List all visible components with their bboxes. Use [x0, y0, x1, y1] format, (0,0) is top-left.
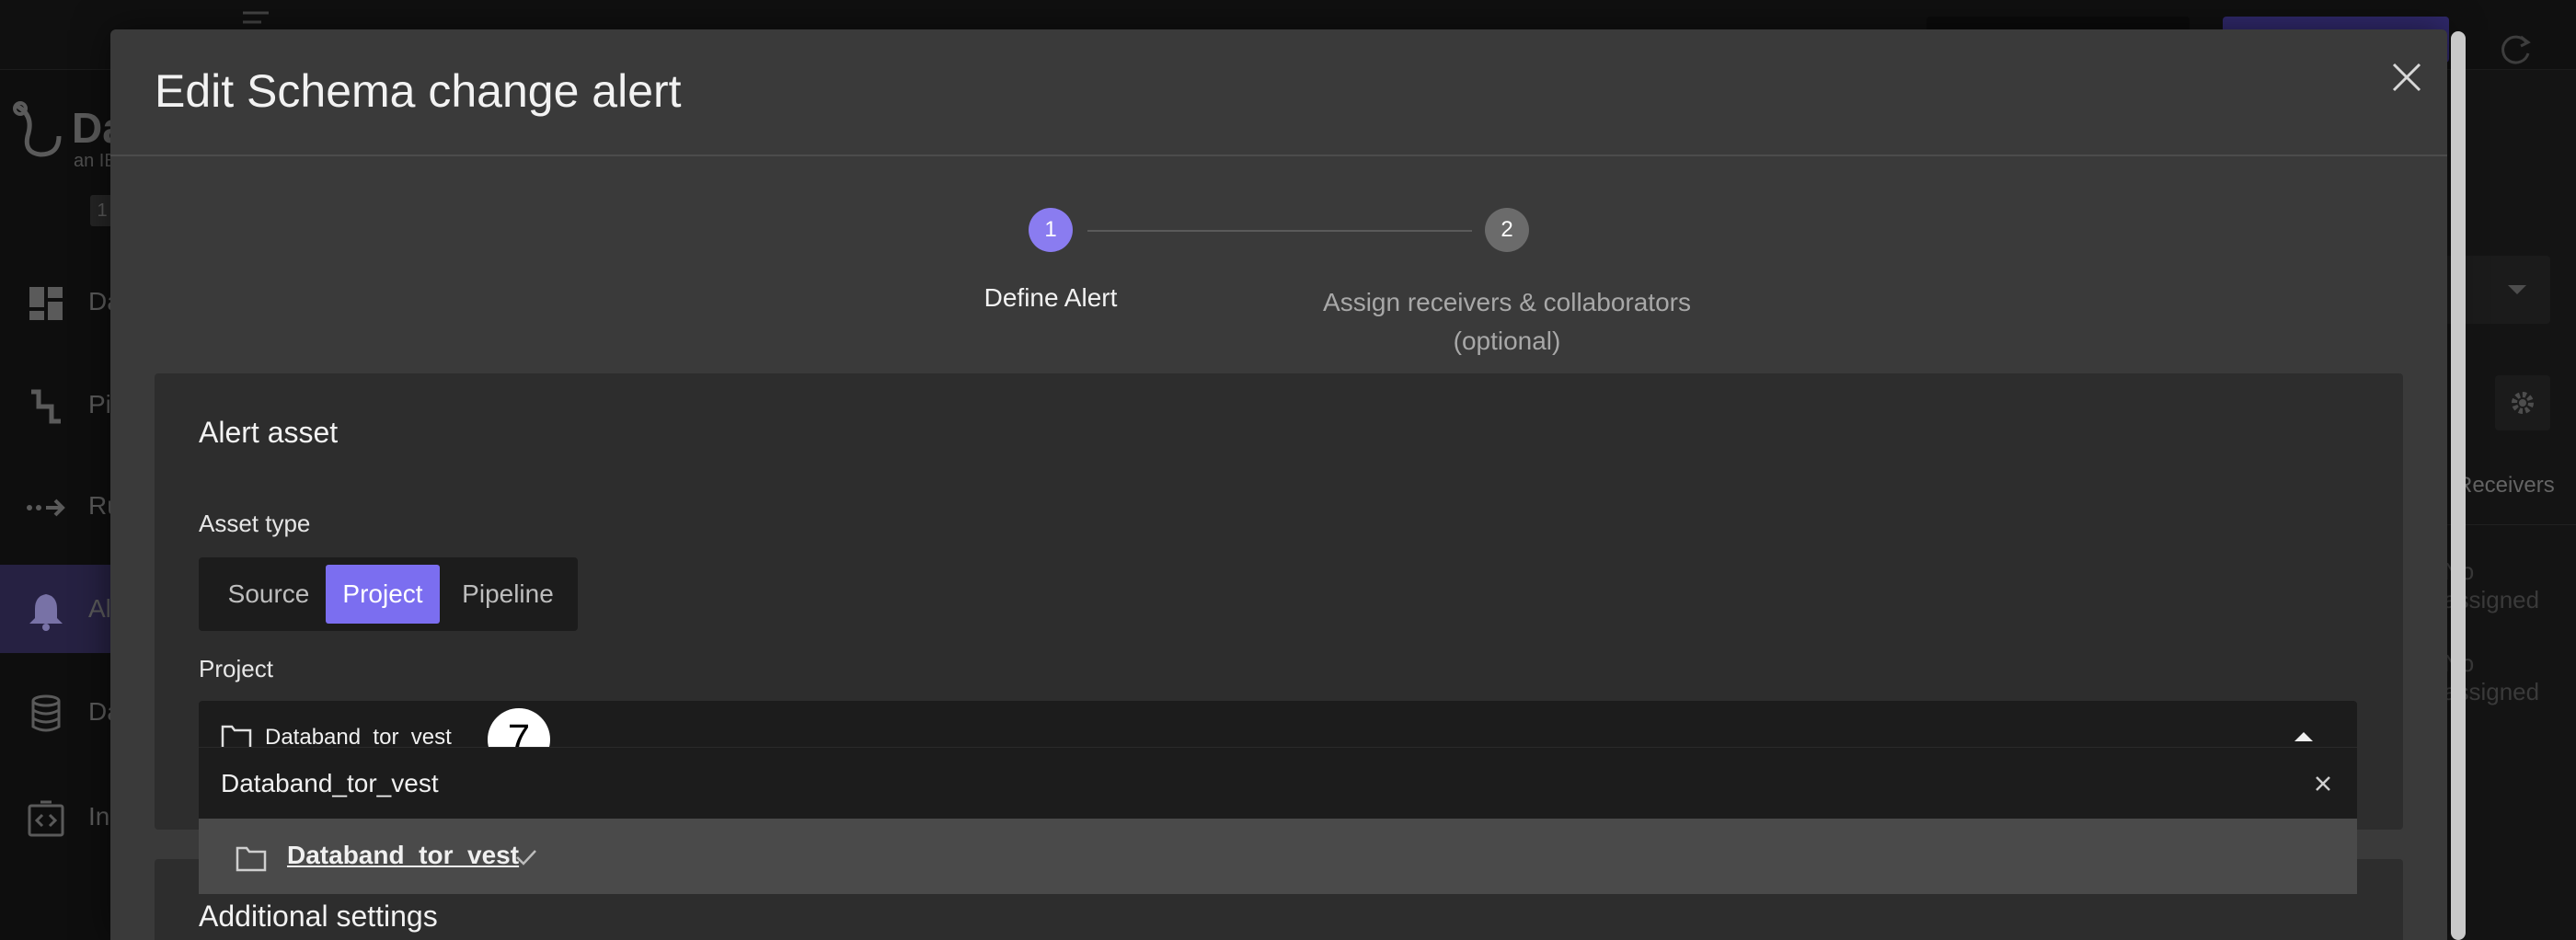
- modal-scrollbar[interactable]: [2451, 31, 2466, 940]
- step-2-label: Assign receivers & collaborators (option…: [1306, 283, 1708, 361]
- project-option[interactable]: Databand_tor_vest: [199, 819, 2357, 894]
- asset-type-pipeline-button[interactable]: Pipeline: [442, 565, 574, 624]
- project-search-input[interactable]: [221, 748, 2245, 820]
- clear-search-icon[interactable]: [2311, 772, 2335, 796]
- alert-asset-title: Alert asset: [199, 416, 339, 449]
- asset-type-project-button[interactable]: Project: [326, 565, 440, 624]
- close-icon: [2392, 63, 2421, 92]
- checkmark-icon: [516, 850, 536, 865]
- step-2-label-text: Assign receivers & collaborators: [1323, 288, 1691, 316]
- close-button[interactable]: [2383, 53, 2431, 101]
- project-option-label: Databand_tor_vest: [287, 841, 520, 869]
- asset-type-source-button[interactable]: Source: [206, 565, 331, 624]
- step-1-indicator[interactable]: 1: [1029, 208, 1073, 252]
- folder-icon: [236, 846, 267, 872]
- asset-type-selector: Source Project Pipeline: [199, 557, 578, 631]
- step-2-sublabel: (optional): [1453, 327, 1561, 355]
- chevron-up-icon: [2294, 732, 2313, 741]
- additional-settings-title: Additional settings: [199, 900, 438, 933]
- modal-header: Edit Schema change alert: [110, 29, 2447, 156]
- step-1-label: Define Alert: [983, 283, 1118, 312]
- project-search-field: [199, 747, 2357, 820]
- modal-title: Edit Schema change alert: [155, 65, 682, 117]
- step-2-indicator[interactable]: 2: [1485, 208, 1529, 252]
- asset-type-label: Asset type: [199, 510, 311, 537]
- project-label: Project: [199, 655, 273, 682]
- stepper-connector: [1087, 230, 1472, 232]
